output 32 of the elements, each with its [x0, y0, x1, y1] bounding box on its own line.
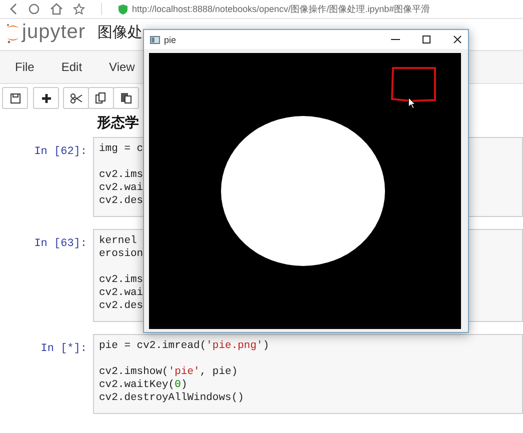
window-title: pie — [164, 34, 176, 44]
url-text[interactable]: http://localhost:8888/notebooks/opencv/图像操作/图像处理.ipynb#图像平滑 — [132, 2, 430, 16]
back-icon[interactable] — [8, 3, 18, 15]
copy-icon — [95, 92, 107, 104]
menu-item[interactable]: Edit — [52, 60, 92, 74]
cell-prompt: In [62]: — [33, 145, 88, 158]
copy-button[interactable] — [88, 87, 114, 109]
cell-prompt: In [63]: — [33, 237, 88, 250]
cell-prompt: In [*]: — [40, 342, 88, 355]
cursor-icon — [408, 97, 416, 109]
window-app-icon — [150, 36, 160, 44]
jupyter-logo-text: jupyter — [22, 21, 86, 44]
shield-icon — [118, 4, 128, 14]
menu-item[interactable]: View — [100, 60, 144, 74]
close-icon[interactable] — [453, 35, 462, 44]
save-icon — [10, 92, 20, 104]
refresh-icon[interactable] — [28, 3, 40, 15]
jupyter-logo-icon — [6, 22, 20, 44]
paste-button[interactable] — [113, 87, 139, 109]
menu-item[interactable]: File — [6, 60, 44, 74]
save-button[interactable] — [2, 87, 28, 109]
plus-icon — [40, 92, 52, 104]
home-icon[interactable] — [50, 3, 63, 15]
star-icon[interactable] — [73, 3, 85, 15]
cut-button[interactable] — [63, 87, 89, 109]
code-input[interactable]: pie = cv2.imread('pie.png') cv2.imshow('pie', pie) cv2.waitKey(0) cv2.destroyAllWindows() — [93, 334, 523, 414]
maximize-icon[interactable] — [422, 35, 431, 44]
scissors-icon — [70, 92, 82, 104]
paste-icon — [120, 92, 132, 104]
add-button[interactable] — [33, 87, 59, 109]
section-heading: 形态学 — [96, 113, 140, 132]
notebook-title[interactable]: 图像处 — [98, 23, 143, 42]
